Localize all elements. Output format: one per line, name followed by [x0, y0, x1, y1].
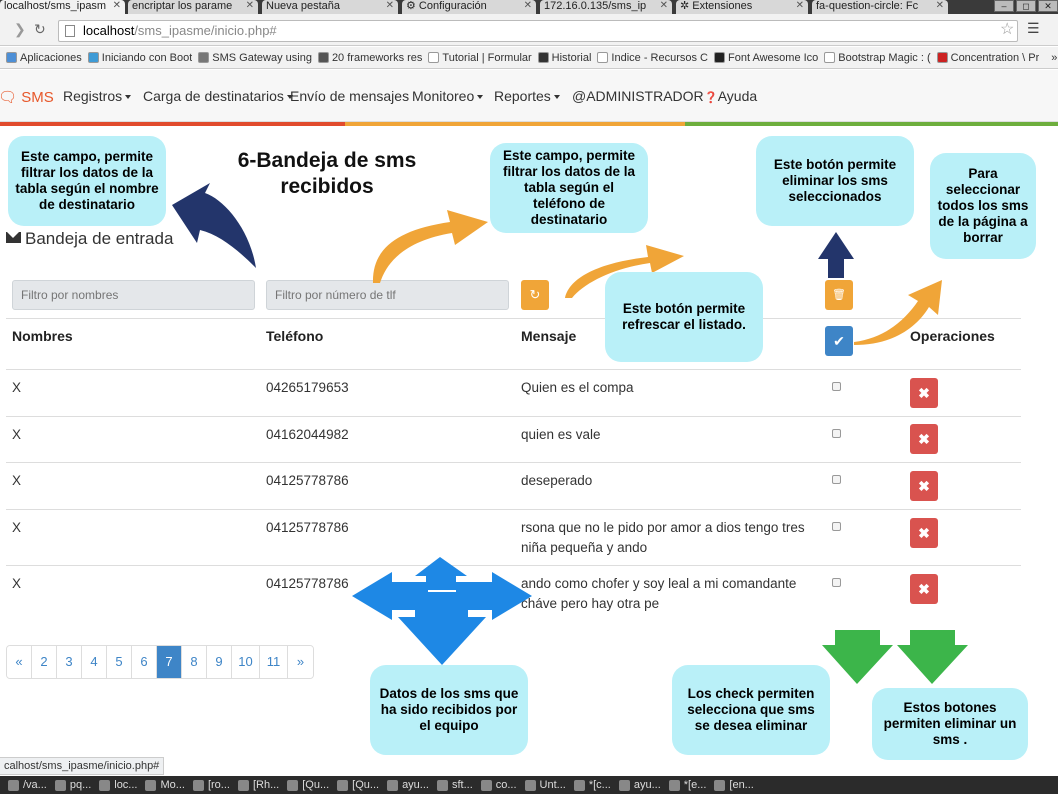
arrow-green-down-checkbox	[822, 630, 893, 684]
callout-delete-selected: Este botón permite eliminar los sms sele…	[756, 136, 914, 226]
callout-filter-phone: Este campo, permite filtrar los datos de…	[490, 143, 648, 233]
callout-delete-buttons: Estos botones permiten eliminar un sms .	[872, 688, 1028, 760]
arrow-orange-to-phone-callout	[372, 210, 488, 283]
callout-checks: Los check permiten selecciona que sms se…	[672, 665, 830, 755]
annotation-arrows	[172, 183, 968, 684]
arrow-navy-to-delete-callout	[818, 232, 854, 278]
arrow-green-down-delete	[897, 630, 968, 684]
arrow-blue-cluster	[352, 557, 532, 665]
callout-select-all: Para seleccionar todos los sms de la pág…	[930, 153, 1036, 259]
callout-filter-names: Este campo, permite filtrar los datos de…	[8, 136, 166, 226]
arrow-navy-to-filter-callout	[172, 183, 256, 268]
callout-refresh: Este botón permite refrescar el listado.	[605, 272, 763, 362]
callout-received-data: Datos de los sms que ha sido recibidos p…	[370, 665, 528, 755]
arrow-orange-to-selectall-callout	[854, 280, 942, 345]
